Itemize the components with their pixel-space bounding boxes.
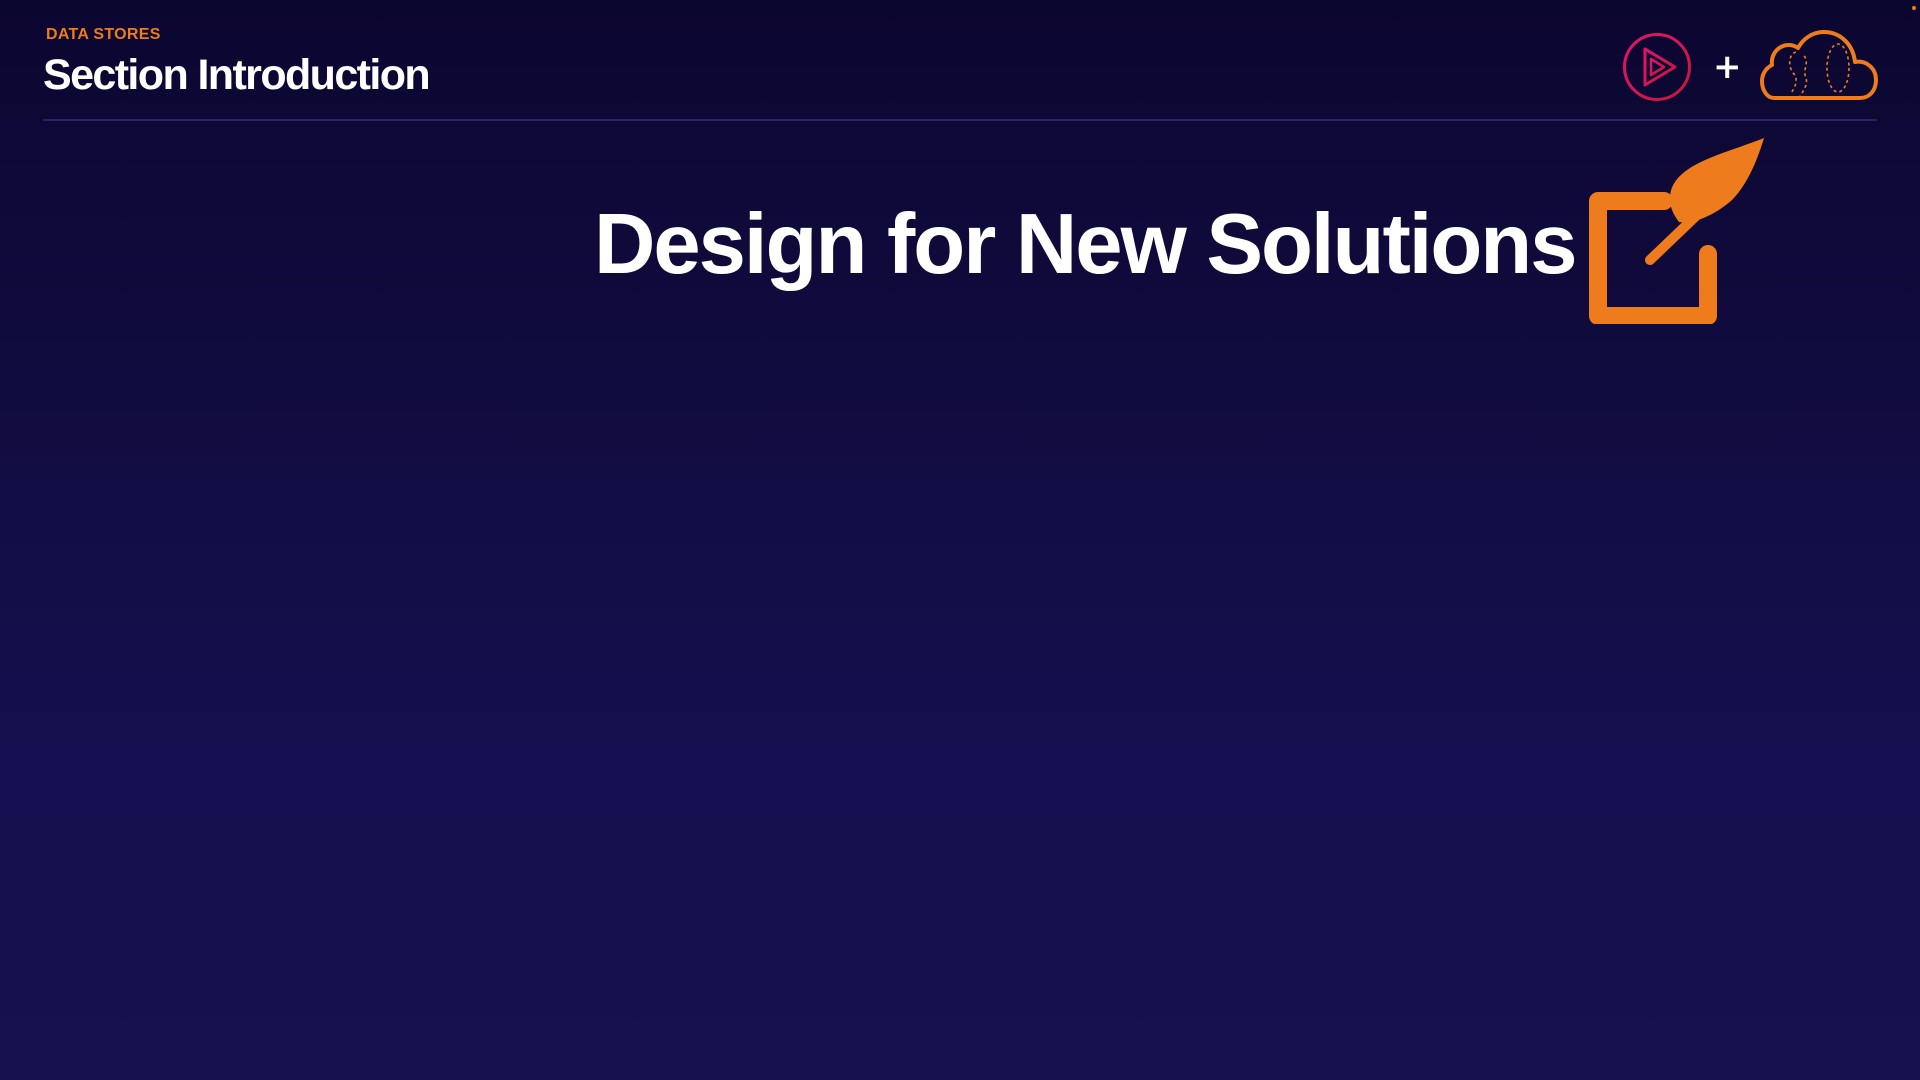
cloud-icon <box>1760 30 1878 100</box>
slide-header: DATA STORES Section Introduction <box>43 24 1877 121</box>
section-eyebrow: DATA STORES <box>46 26 161 43</box>
header-divider <box>43 119 1877 121</box>
play-circle-icon <box>1623 33 1691 101</box>
edit-feather-icon <box>1589 138 1764 324</box>
corner-indicator-dot <box>1912 6 1916 10</box>
plus-separator: + <box>1713 47 1742 87</box>
slide-title: Design for New Solutions <box>594 197 1578 292</box>
section-title: Section Introduction <box>43 51 431 99</box>
